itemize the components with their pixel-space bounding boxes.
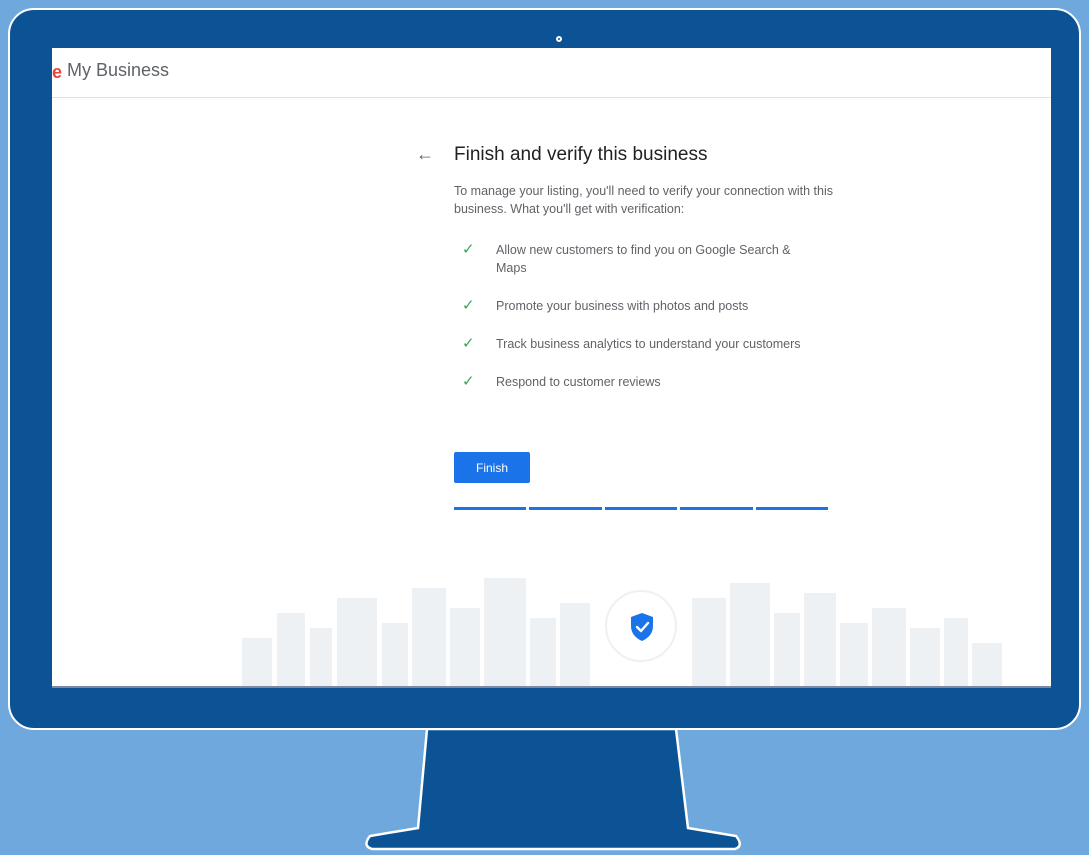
finish-button[interactable]: Finish	[454, 452, 530, 483]
intro-text: To manage your listing, you'll need to v…	[454, 184, 833, 216]
google-logo-icon: e	[52, 62, 63, 82]
progress-segment	[454, 507, 527, 510]
app-name: My Business	[67, 60, 170, 80]
app-header: e My Business	[52, 48, 1051, 98]
city-skyline-illustration	[242, 578, 1002, 688]
shield-check-icon	[631, 613, 653, 641]
progress-segment	[680, 507, 753, 510]
verification-badge	[605, 590, 677, 662]
benefit-text: Track business analytics to understand y…	[496, 337, 801, 351]
list-item: ✓ Track business analytics to understand…	[462, 335, 822, 353]
progress-bar	[454, 507, 829, 510]
list-item: ✓ Promote your business with photos and …	[462, 297, 822, 315]
progress-segment	[604, 507, 678, 510]
benefit-text: Respond to customer reviews	[496, 375, 661, 389]
list-item: ✓ Allow new customers to find you on Goo…	[462, 241, 822, 277]
benefit-list: ✓ Allow new customers to find you on Goo…	[462, 241, 822, 411]
arrow-left-icon[interactable]: ←	[416, 144, 434, 165]
benefit-text: Promote your business with photos and po…	[496, 299, 749, 313]
list-item: ✓ Respond to customer reviews	[462, 373, 822, 391]
checkmark-icon: ✓	[462, 373, 475, 390]
webcam-icon	[554, 34, 564, 44]
checkmark-icon: ✓	[462, 297, 475, 314]
checkmark-icon: ✓	[462, 335, 475, 352]
screen: e My Business ← Finish and verify this b…	[52, 48, 1051, 688]
progress-segment	[755, 507, 829, 510]
screen-bottom-edge	[52, 686, 1051, 688]
progress-segment	[529, 507, 602, 510]
benefit-text: Allow new customers to find you on Googl…	[496, 243, 791, 275]
page-title: Finish and verify this business	[454, 144, 708, 165]
checkmark-icon: ✓	[462, 241, 475, 258]
